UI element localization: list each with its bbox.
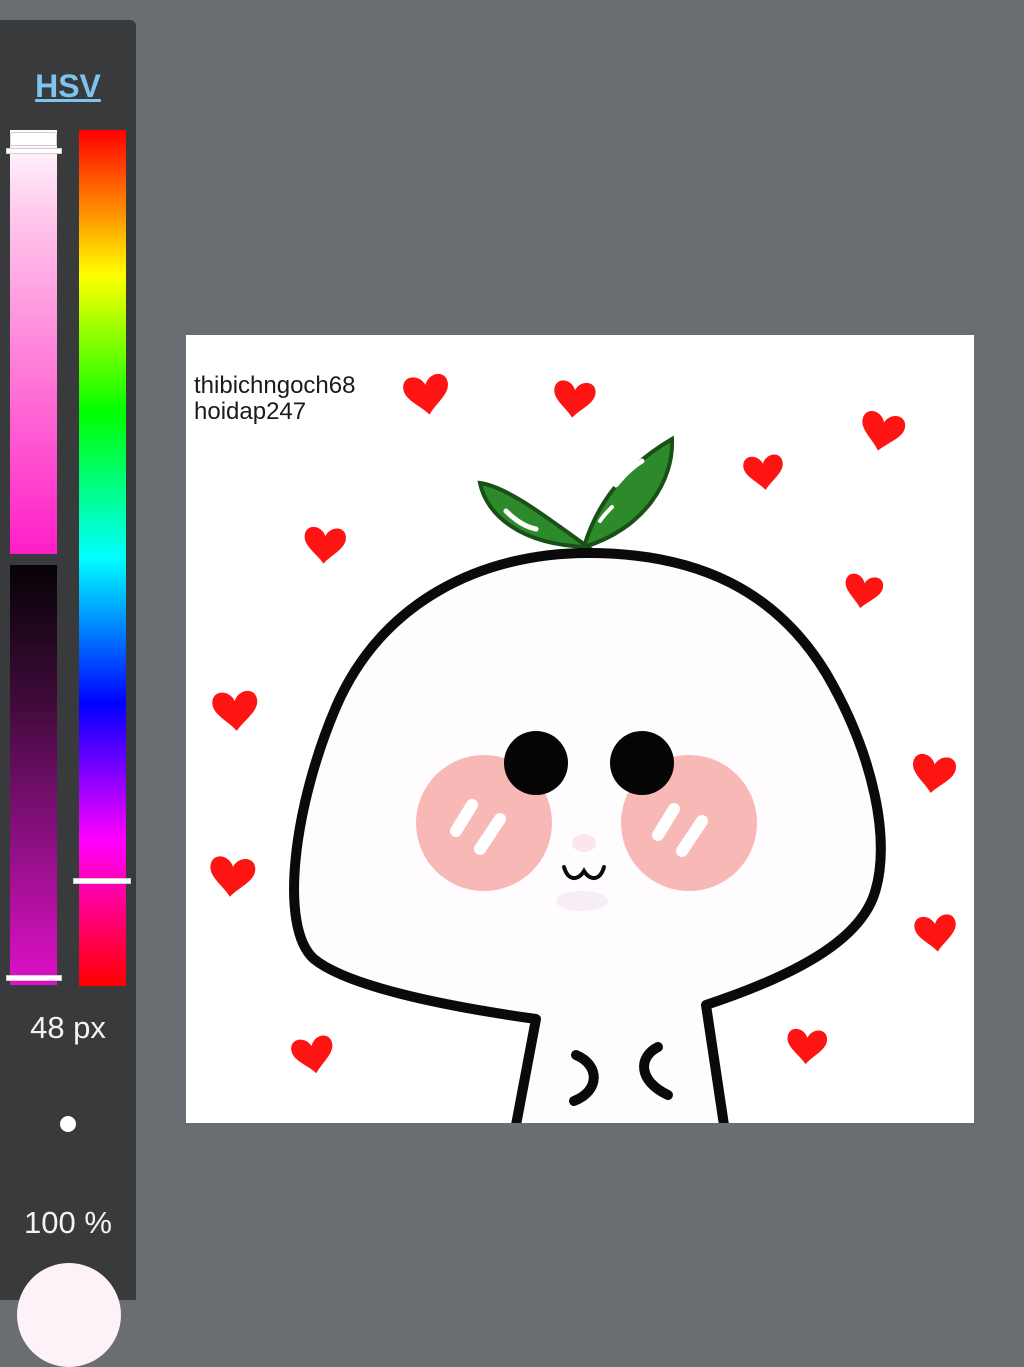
heart-icon — [289, 1034, 337, 1077]
value-slider-handle[interactable] — [6, 975, 62, 981]
drawing-canvas[interactable]: thibichngoch68 hoidap247 — [186, 335, 974, 1123]
saturation-slider-handle[interactable] — [6, 148, 62, 154]
heart-icon — [551, 379, 597, 420]
current-color-swatch[interactable] — [17, 1263, 121, 1367]
watermark-site: hoidap247 — [194, 398, 307, 425]
heart-icon — [742, 453, 786, 493]
heart-icon — [401, 372, 452, 418]
watermark: thibichngoch68 hoidap247 — [194, 373, 355, 425]
hue-slider[interactable] — [79, 130, 126, 986]
character-drawing — [207, 372, 959, 1123]
heart-icon — [841, 572, 885, 612]
heart-icon — [856, 409, 907, 456]
opacity-label[interactable]: 100 % — [0, 1205, 136, 1241]
heart-icon — [207, 855, 257, 900]
saturation-handle-cap[interactable] — [10, 132, 57, 146]
heart-icon — [211, 690, 260, 733]
color-panel: HSV 48 px 100 % — [0, 20, 136, 1367]
hsv-mode-tab[interactable]: HSV — [0, 68, 136, 105]
watermark-username: thibichngoch68 — [194, 372, 356, 399]
right-eye — [610, 731, 674, 795]
heart-icon — [913, 913, 959, 954]
heart-icon — [302, 526, 347, 566]
value-slider[interactable] — [10, 565, 57, 985]
heart-icon — [909, 752, 958, 797]
brush-size-label[interactable]: 48 px — [0, 1010, 136, 1046]
left-eye — [504, 731, 568, 795]
hue-slider-handle[interactable] — [73, 878, 131, 884]
nose — [572, 834, 596, 852]
saturation-slider[interactable] — [10, 130, 57, 554]
leaf-sprout — [477, 435, 675, 550]
brush-preview-dot — [60, 1116, 76, 1132]
heart-icon — [785, 1028, 828, 1066]
